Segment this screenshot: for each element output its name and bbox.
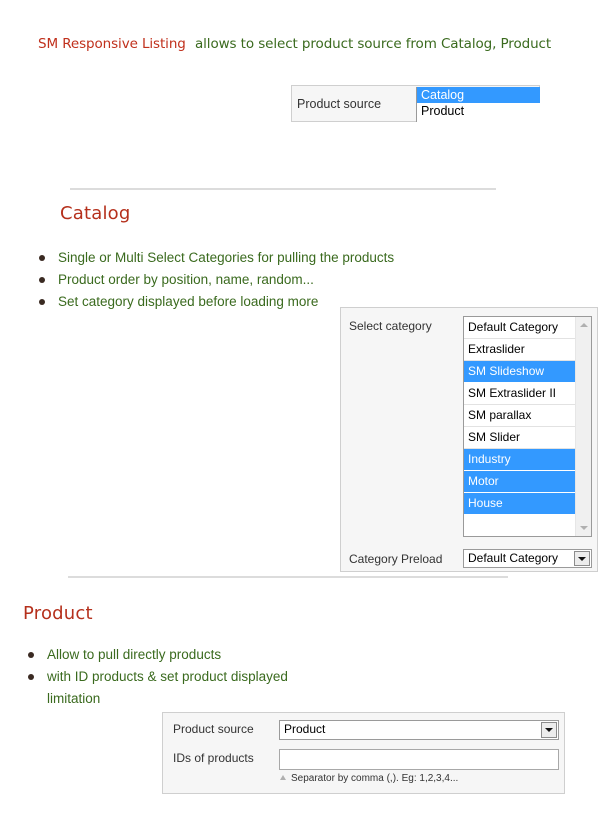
intro-text: allows to select product source from Cat…	[194, 36, 552, 52]
category-option[interactable]: Extraslider	[464, 339, 575, 361]
source-option-product[interactable]: Product	[417, 103, 540, 119]
category-option[interactable]: SM Slideshow	[464, 361, 575, 383]
product-title: Product	[23, 603, 93, 624]
intro-line: SM Responsive Listing allows to select p…	[38, 36, 551, 52]
category-multiselect[interactable]: Default Category Extraslider SM Slideshow S…	[463, 316, 592, 537]
divider	[68, 576, 508, 578]
category-options: Default Category Extraslider SM Slideshow S…	[464, 317, 575, 515]
category-preload-label: Category Preload	[349, 552, 443, 566]
category-scrollbar[interactable]	[575, 317, 591, 536]
list-item: Allow to pull directly products	[27, 644, 317, 666]
product-source-listbox[interactable]: Catalog Product	[416, 87, 540, 122]
catalog-feature-list: Single or Multi Select Categories for pu…	[38, 247, 394, 313]
scroll-down-arrow-icon[interactable]	[580, 526, 588, 530]
divider	[70, 188, 496, 190]
list-item: with ID products & set product displayed…	[27, 666, 317, 710]
category-option[interactable]: SM Slider	[464, 427, 575, 449]
category-option[interactable]: SM Extraslider II	[464, 383, 575, 405]
brand-name: SM Responsive Listing	[38, 36, 186, 52]
select-category-label: Select category	[349, 319, 432, 333]
source-option-catalog[interactable]: Catalog	[417, 87, 540, 103]
scroll-up-arrow-icon[interactable]	[580, 323, 588, 327]
category-preload-dropdown[interactable]: Default Category	[463, 549, 592, 568]
ids-of-products-input[interactable]	[279, 749, 559, 770]
catalog-settings-panel: Select category Default Category Extrasli…	[340, 307, 598, 572]
category-option[interactable]: SM parallax	[464, 405, 575, 427]
product-feature-list: Allow to pull directly products with ID …	[27, 644, 317, 710]
hint-triangle-icon	[280, 775, 286, 780]
category-preload-value: Default Category	[468, 551, 559, 565]
product-source-label: Product source	[173, 722, 254, 736]
product-source-panel: Product source Catalog Product	[291, 85, 540, 122]
hint-text: Separator by comma (,). Eg: 1,2,3,4...	[291, 773, 459, 784]
category-option[interactable]: Default Category	[464, 317, 575, 339]
list-item: Product order by position, name, random.…	[38, 269, 394, 291]
category-option[interactable]: House	[464, 493, 575, 515]
chevron-down-icon[interactable]	[541, 722, 557, 738]
product-source-dropdown[interactable]: Product	[279, 720, 559, 740]
product-source-label: Product source	[297, 97, 382, 111]
product-settings-panel: Product source Product IDs of products S…	[162, 712, 565, 794]
product-source-value: Product	[284, 722, 326, 736]
ids-hint: Separator by comma (,). Eg: 1,2,3,4...	[280, 773, 458, 784]
category-option[interactable]: Motor	[464, 471, 575, 493]
ids-label: IDs of products	[173, 751, 254, 765]
list-item: Single or Multi Select Categories for pu…	[38, 247, 394, 269]
chevron-down-icon[interactable]	[574, 551, 590, 566]
category-option[interactable]: Industry	[464, 449, 575, 471]
catalog-title: Catalog	[60, 203, 131, 224]
